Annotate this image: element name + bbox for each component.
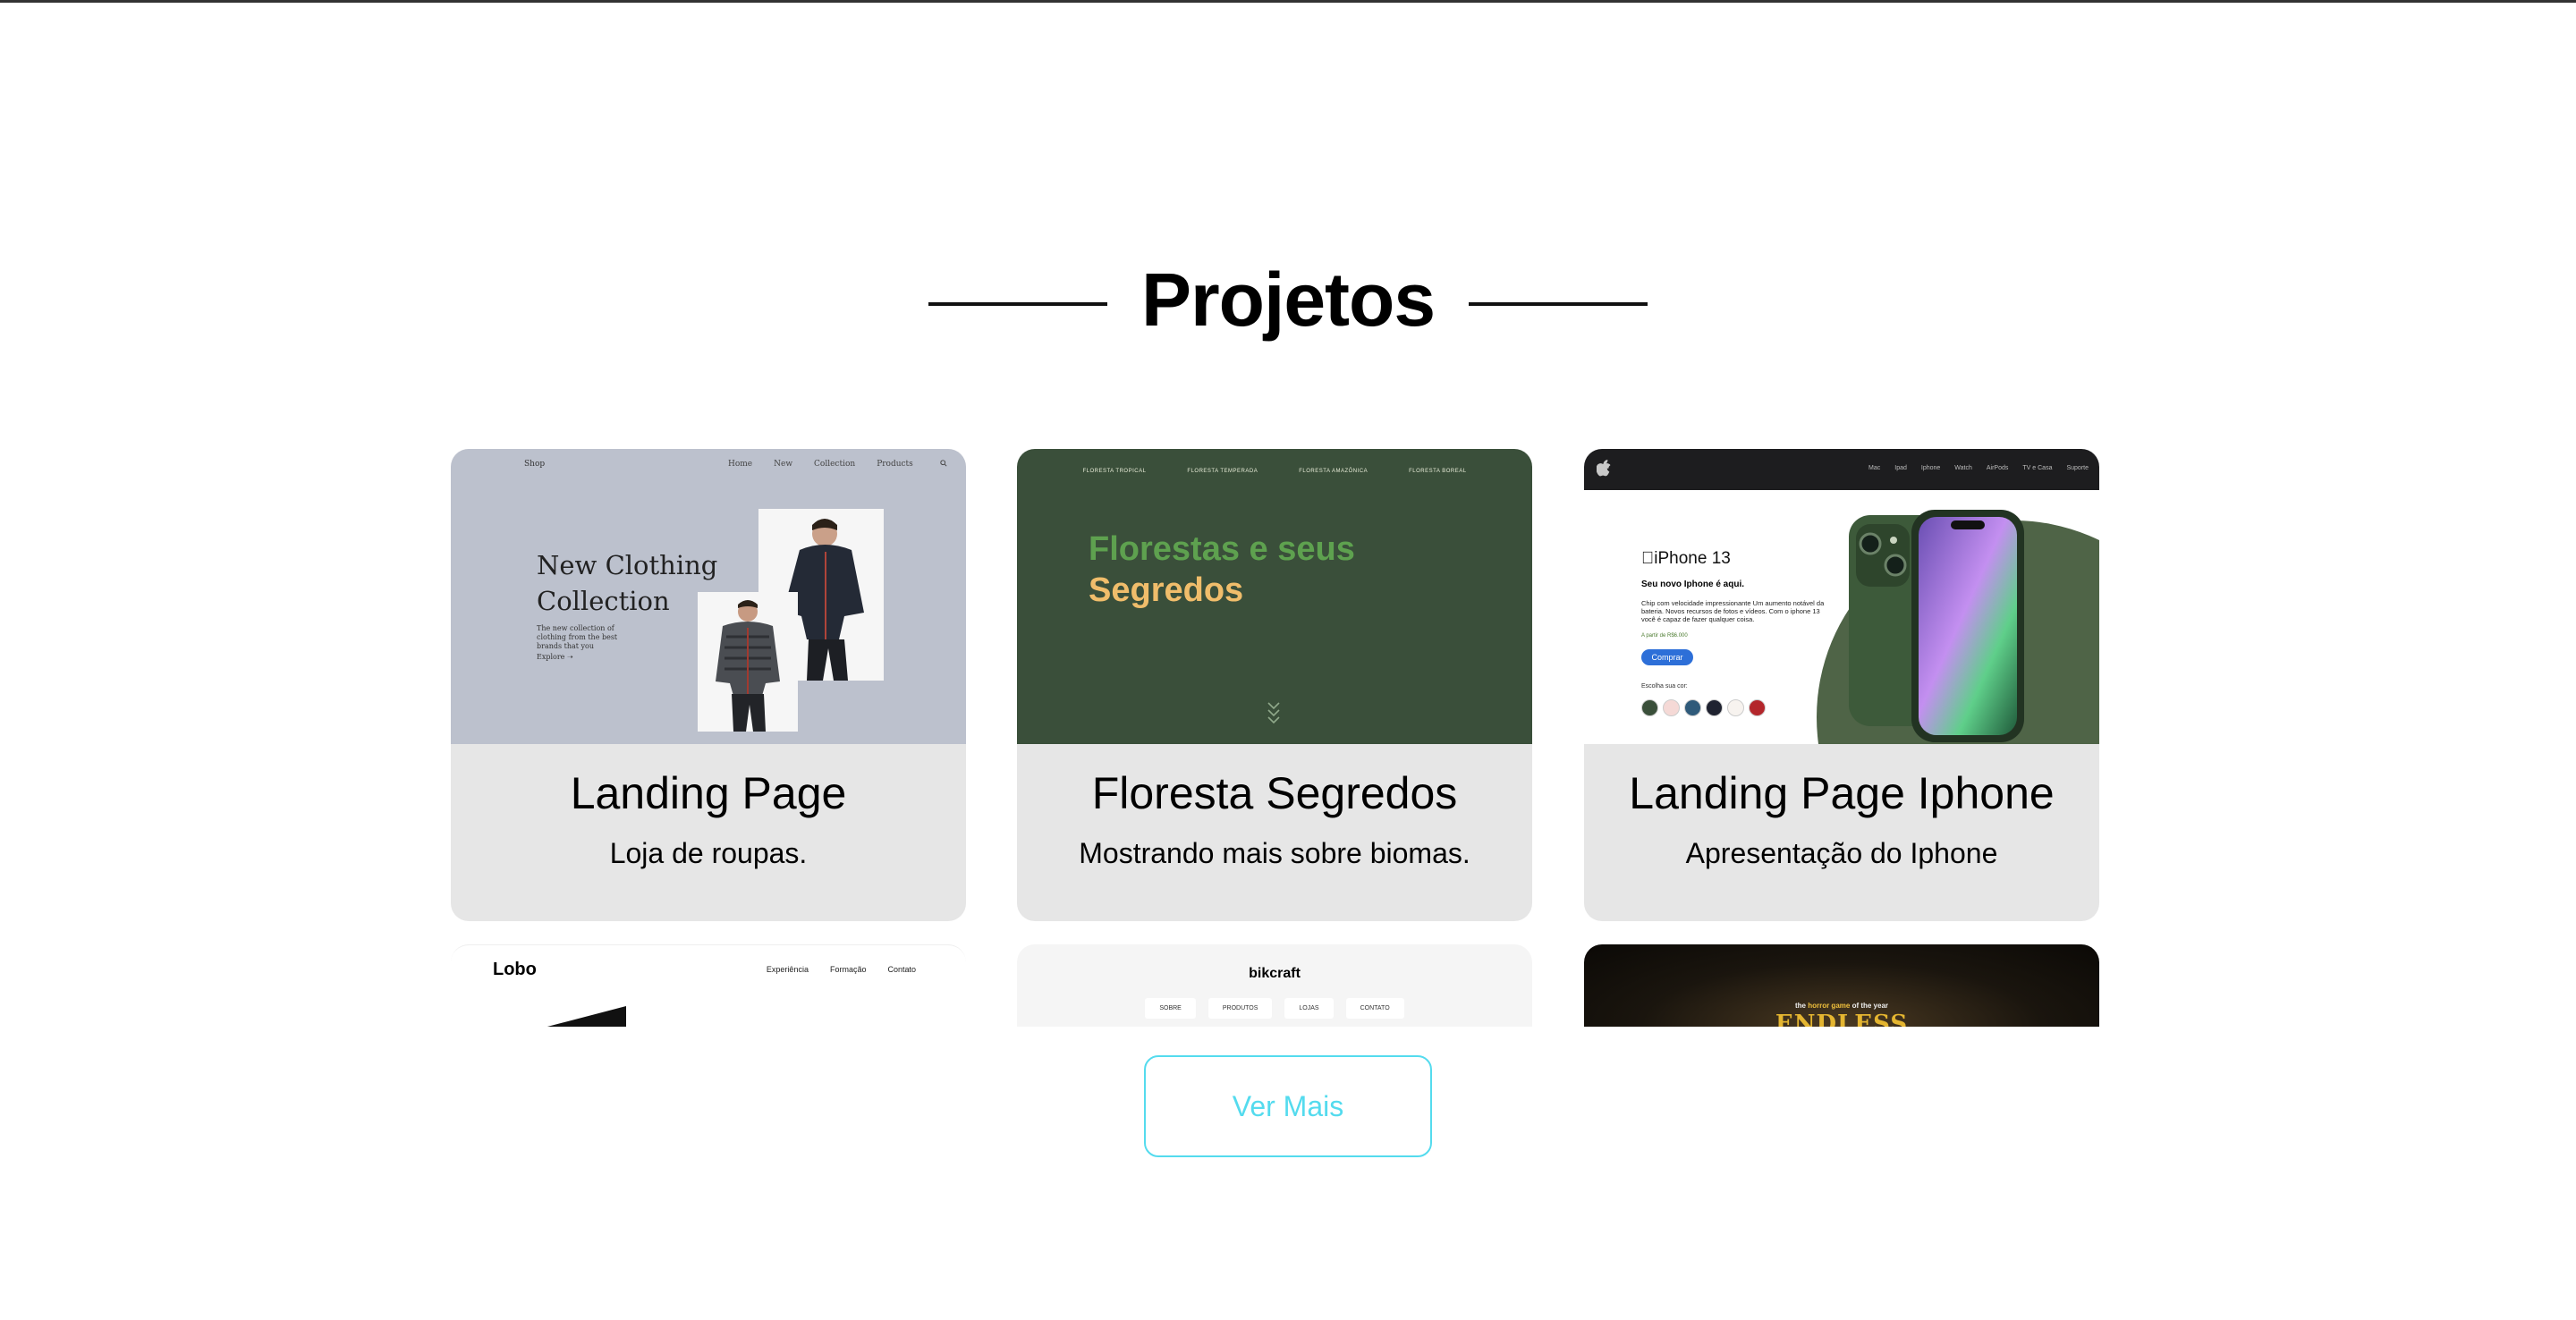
- top-rule: [0, 0, 2576, 3]
- color-swatch: [1641, 699, 1658, 716]
- apple-logo-icon: : [1641, 549, 1654, 568]
- preview-description: Chip com velocidade impressionante Um au…: [1641, 599, 1825, 623]
- preview-nav-item: Iphone: [1920, 465, 1941, 471]
- preview-explore-link: Explore ➝: [537, 653, 573, 661]
- model-photo-puffer: [698, 592, 798, 732]
- color-swatch: [1706, 699, 1723, 716]
- preview-product-label: iPhone 13: [1641, 549, 1731, 568]
- preview-navbar: Mac Ipad Iphone Watch AirPods TV e Casa …: [1584, 449, 2099, 490]
- preview-nav-item: AirPods: [1986, 465, 2009, 471]
- project-card-lobo[interactable]: Lobo Experiência Formação Contato: [451, 944, 966, 1027]
- card-description: Mostrando mais sobre biomas.: [1079, 837, 1470, 869]
- project-card-landing-page[interactable]: Shop Home New Collection Products New Cl…: [451, 449, 966, 921]
- iphone-image: [1849, 510, 2063, 744]
- preview-nav-item: Contato: [887, 965, 916, 974]
- preview-buy-button: Comprar: [1641, 649, 1693, 665]
- decorative-shape: [544, 1006, 626, 1027]
- preview-nav-item: Products: [877, 460, 913, 469]
- color-swatch: [1727, 699, 1744, 716]
- preview-nav-item: New: [774, 460, 793, 469]
- preview-nav-item: TV e Casa: [2022, 465, 2053, 471]
- preview-nav-item: Watch: [1954, 465, 1972, 471]
- project-card-floresta-segredos[interactable]: FLORESTA TROPICAL FLORESTA TEMPERADA FLO…: [1017, 449, 1532, 921]
- preview-nav: Home New Collection Products: [728, 460, 947, 470]
- tag-text: of the year: [1852, 1002, 1889, 1010]
- card-title: Landing Page: [570, 768, 847, 818]
- preview-color-label: Escolha sua cor:: [1641, 683, 1688, 690]
- preview-nav-item: Mac: [1868, 465, 1881, 471]
- color-swatch: [1749, 699, 1766, 716]
- card-description: Apresentação do Iphone: [1685, 837, 1998, 869]
- ver-mais-button[interactable]: Ver Mais: [1144, 1055, 1432, 1157]
- title-divider-right: [1469, 302, 1648, 306]
- preview-headline-line-2: Segredos: [1089, 571, 1244, 609]
- chevron-down-icon: [1267, 701, 1281, 729]
- preview-nav-item: FLORESTA AMAZÔNICA: [1299, 469, 1368, 474]
- project-preview-clothing: Shop Home New Collection Products New Cl…: [451, 449, 966, 744]
- section-title: Projetos: [1140, 258, 1436, 342]
- project-card-landing-page-iphone[interactable]: Mac Ipad Iphone Watch AirPods TV e Casa …: [1584, 449, 2099, 921]
- preview-nav-item: CONTATO: [1345, 998, 1404, 1019]
- preview-logo: Lobo: [493, 960, 537, 979]
- preview-nav: Experiência Formação Contato: [767, 965, 916, 974]
- card-title: Floresta Segredos: [1091, 768, 1458, 818]
- preview-explore-label: Explore: [537, 653, 565, 661]
- apple-logo-icon: [1596, 460, 1611, 481]
- preview-logo: bikcraft: [1249, 966, 1301, 981]
- preview-headline-line-1: Florestas e seus: [1089, 530, 1355, 568]
- preview-nav-item: FLORESTA TROPICAL: [1082, 469, 1147, 474]
- preview-nav-item: Experiência: [766, 965, 809, 974]
- preview-nav-item: PRODUTOS: [1208, 998, 1273, 1019]
- preview-hero-subtitle: The new collection of clothing from the …: [537, 624, 618, 650]
- section-header: Projetos: [0, 246, 2576, 353]
- preview-product-name: iPhone 13: [1641, 549, 1731, 569]
- preview-nav-item: FLORESTA BOREAL: [1409, 469, 1467, 474]
- tag-highlight: horror game: [1808, 1002, 1851, 1010]
- color-swatch: [1684, 699, 1701, 716]
- project-preview-iphone: Mac Ipad Iphone Watch AirPods TV e Casa …: [1584, 449, 2099, 744]
- preview-nav-item: Ipad: [1894, 465, 1907, 471]
- preview-nav-item: SOBRE: [1145, 998, 1196, 1019]
- card-title: Landing Page Iphone: [1629, 768, 2055, 818]
- preview-nav-item: LOJAS: [1284, 998, 1334, 1019]
- search-icon: [940, 460, 947, 470]
- preview-nav: SOBRE PRODUTOS LOJAS CONTATO: [1017, 998, 1532, 1019]
- preview-nav-item: Collection: [814, 460, 856, 469]
- preview-nav: FLORESTA TROPICAL FLORESTA TEMPERADA FLO…: [1017, 469, 1532, 474]
- preview-color-swatches: [1641, 699, 1766, 716]
- preview-price: A partir de R$6.000: [1641, 633, 1688, 639]
- title-divider-left: [928, 302, 1107, 306]
- tag-text: the: [1794, 1002, 1806, 1010]
- preview-nav-item: FLORESTA TEMPERADA: [1187, 469, 1258, 474]
- preview-nav: Mac Ipad Iphone Watch AirPods TV e Casa …: [1868, 465, 2089, 471]
- preview-game-title: ENDLESS: [1775, 1011, 1909, 1027]
- project-card-bikcraft[interactable]: bikcraft SOBRE PRODUTOS LOJAS CONTATO: [1017, 944, 1532, 1027]
- color-swatch: [1663, 699, 1680, 716]
- preview-tagline: Seu novo Iphone é aqui.: [1641, 580, 1745, 589]
- preview-logo: Shop: [524, 460, 546, 469]
- preview-nav-item: Suporte: [2066, 465, 2089, 471]
- preview-tagline: the horror game of the year: [1584, 1002, 2099, 1010]
- project-card-endless[interactable]: the horror game of the year ENDLESS: [1584, 944, 2099, 1027]
- project-preview-forest: FLORESTA TROPICAL FLORESTA TEMPERADA FLO…: [1017, 449, 1532, 744]
- card-description: Loja de roupas.: [609, 837, 808, 869]
- preview-nav-item: Home: [728, 460, 753, 469]
- preview-nav-item: Formação: [829, 965, 867, 974]
